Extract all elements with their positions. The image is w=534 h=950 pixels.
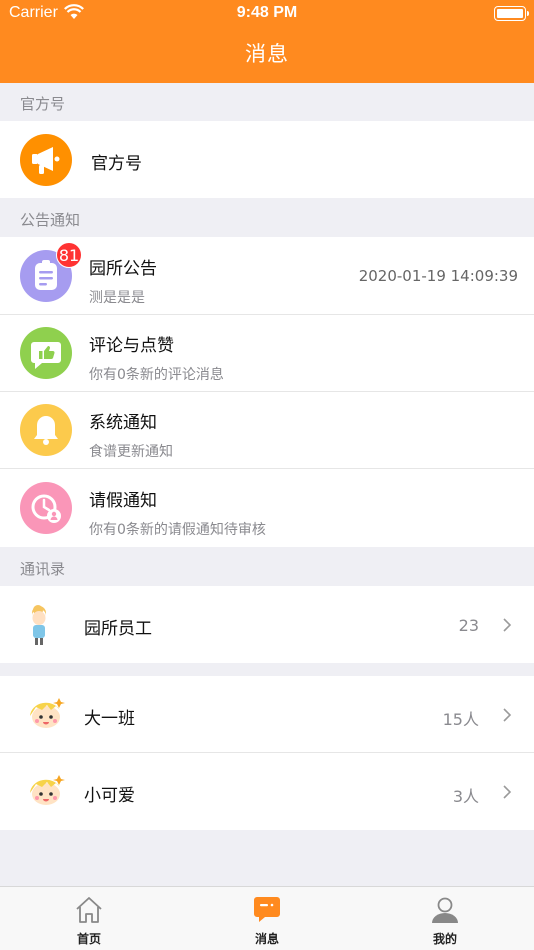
- system-title: 系统通知: [89, 413, 157, 433]
- announcement-title: 园所公告: [89, 259, 157, 279]
- class-1-count: 15人: [442, 710, 479, 729]
- tab-profile[interactable]: 我的: [356, 887, 534, 950]
- official-title: 官方号: [91, 154, 142, 174]
- battery-icon: [494, 6, 529, 21]
- leave-subtitle: 你有0条新的请假通知待审核: [89, 522, 266, 538]
- staff-count: 23: [458, 616, 479, 635]
- comments-title: 评论与点赞: [89, 336, 174, 356]
- class-2-count: 3人: [452, 787, 479, 806]
- clock-user-icon: [20, 482, 72, 534]
- tab-messages-label: 消息: [254, 932, 279, 946]
- page-title: 消息: [245, 42, 289, 66]
- tab-profile-label: 我的: [432, 932, 457, 946]
- comments-subtitle: 你有0条新的评论消息: [89, 367, 224, 383]
- tab-home[interactable]: 首页: [0, 887, 178, 950]
- message-icon: [254, 897, 280, 922]
- staff-avatar-icon: [20, 598, 72, 650]
- chevron-right-icon: [503, 618, 512, 632]
- profile-icon: [432, 897, 458, 923]
- class-avatar-icon: [20, 765, 72, 817]
- class-2-title: 小可爱: [84, 786, 135, 806]
- class-avatar-icon: [20, 688, 72, 740]
- list-item-leave[interactable]: 请假通知 你有0条新的请假通知待审核: [0, 469, 534, 547]
- system-subtitle: 食谱更新通知: [89, 444, 173, 460]
- chevron-right-icon: [503, 785, 512, 799]
- list-item-comments[interactable]: 评论与点赞 你有0条新的评论消息: [0, 315, 534, 392]
- status-time: 9:48 PM: [236, 4, 298, 21]
- section-header-contacts: 通讯录: [20, 560, 66, 578]
- leave-title: 请假通知: [89, 491, 157, 511]
- announcement-time: 2020-01-19 14:09:39: [358, 267, 518, 285]
- announcement-subtitle: 测是是是: [89, 290, 145, 306]
- home-icon: [76, 897, 102, 923]
- chevron-right-icon: [503, 708, 512, 722]
- unread-badge: 81: [56, 242, 82, 268]
- status-bar: Carrier 9:48 PM: [0, 0, 534, 28]
- list-item-announcement[interactable]: 81 园所公告 测是是是 2020-01-19 14:09:39: [0, 237, 534, 315]
- nav-header: Carrier 9:48 PM 消息: [0, 0, 534, 83]
- megaphone-icon: [20, 134, 72, 186]
- thumbs-up-icon: [20, 327, 72, 379]
- section-header-notices: 公告通知: [20, 211, 81, 229]
- list-item-class-2[interactable]: 小可爱 3人: [0, 753, 534, 830]
- staff-title: 园所员工: [84, 619, 152, 639]
- tab-home-label: 首页: [76, 932, 101, 946]
- list-item-system[interactable]: 系统通知 食谱更新通知: [0, 392, 534, 469]
- list-item-official[interactable]: 官方号: [0, 121, 534, 198]
- tab-bar: 首页 消息 我的: [0, 886, 534, 950]
- bell-icon: [20, 404, 72, 456]
- list-item-staff[interactable]: 园所员工 23: [0, 586, 534, 663]
- section-header-official: 官方号: [20, 95, 66, 113]
- tab-messages[interactable]: 消息: [178, 887, 356, 950]
- list-item-class-1[interactable]: 大一班 15人: [0, 676, 534, 753]
- class-1-title: 大一班: [84, 709, 135, 729]
